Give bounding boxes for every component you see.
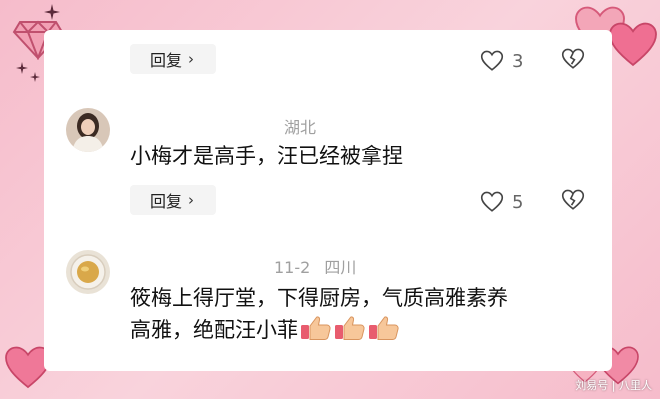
- comment-text-line: 筱梅上得厅堂，下得厨房，气质高雅素养: [130, 286, 508, 310]
- reply-label: 回复: [150, 192, 183, 211]
- comment-text: 小梅才是高手，汪已经被拿捏: [130, 144, 403, 168]
- dislike-button[interactable]: [561, 48, 585, 74]
- avatar[interactable]: [66, 108, 110, 152]
- heart-outline-icon: [480, 191, 504, 212]
- heart-outline-icon: [480, 50, 504, 71]
- like-button[interactable]: 5: [480, 191, 523, 213]
- comment-meta: 11-2 四川: [274, 254, 356, 278]
- like-count: 3: [512, 50, 524, 72]
- comment-date: 11-2: [274, 258, 311, 277]
- comment-actions: 5: [480, 189, 585, 215]
- thumbs-up-icon: [368, 315, 400, 350]
- dislike-button[interactable]: [561, 189, 585, 215]
- sparkle-icon: [30, 72, 40, 82]
- thumbs-up-icon: [334, 315, 366, 350]
- comment-text-line: 高雅，绝配汪小菲: [130, 314, 600, 350]
- comment-actions: 3: [480, 48, 585, 74]
- reply-button[interactable]: 回复 ›: [130, 44, 216, 74]
- sparkle-icon: [44, 4, 60, 20]
- watermark: 刘易号 | 八里人: [575, 379, 652, 392]
- reply-button[interactable]: 回复 ›: [130, 185, 216, 215]
- comment-text-segment: 高雅，绝配汪小菲: [130, 318, 298, 342]
- like-count: 5: [512, 191, 524, 213]
- broken-heart-icon: [562, 48, 585, 69]
- comment-text: 筱梅上得厅堂，下得厨房，气质高雅素养 高雅，绝配汪小菲: [130, 282, 600, 350]
- like-button[interactable]: 3: [480, 50, 523, 72]
- comment-card: 回复 › 3 湖北 小梅才是高手，汪已经被拿捏 回复 › 5 11-2 四川 筱…: [44, 30, 612, 371]
- heart-icon: [609, 22, 657, 67]
- comment-location: 四川: [324, 258, 357, 277]
- comment-meta: 湖北: [284, 114, 316, 138]
- comment-location: 湖北: [284, 118, 317, 137]
- reply-label: 回复: [150, 51, 183, 70]
- thumbs-up-icon: [300, 315, 332, 350]
- broken-heart-icon: [562, 189, 585, 210]
- chevron-right-icon: ›: [188, 191, 195, 209]
- sparkle-icon: [16, 62, 28, 74]
- chevron-right-icon: ›: [188, 50, 195, 68]
- avatar[interactable]: [66, 250, 110, 294]
